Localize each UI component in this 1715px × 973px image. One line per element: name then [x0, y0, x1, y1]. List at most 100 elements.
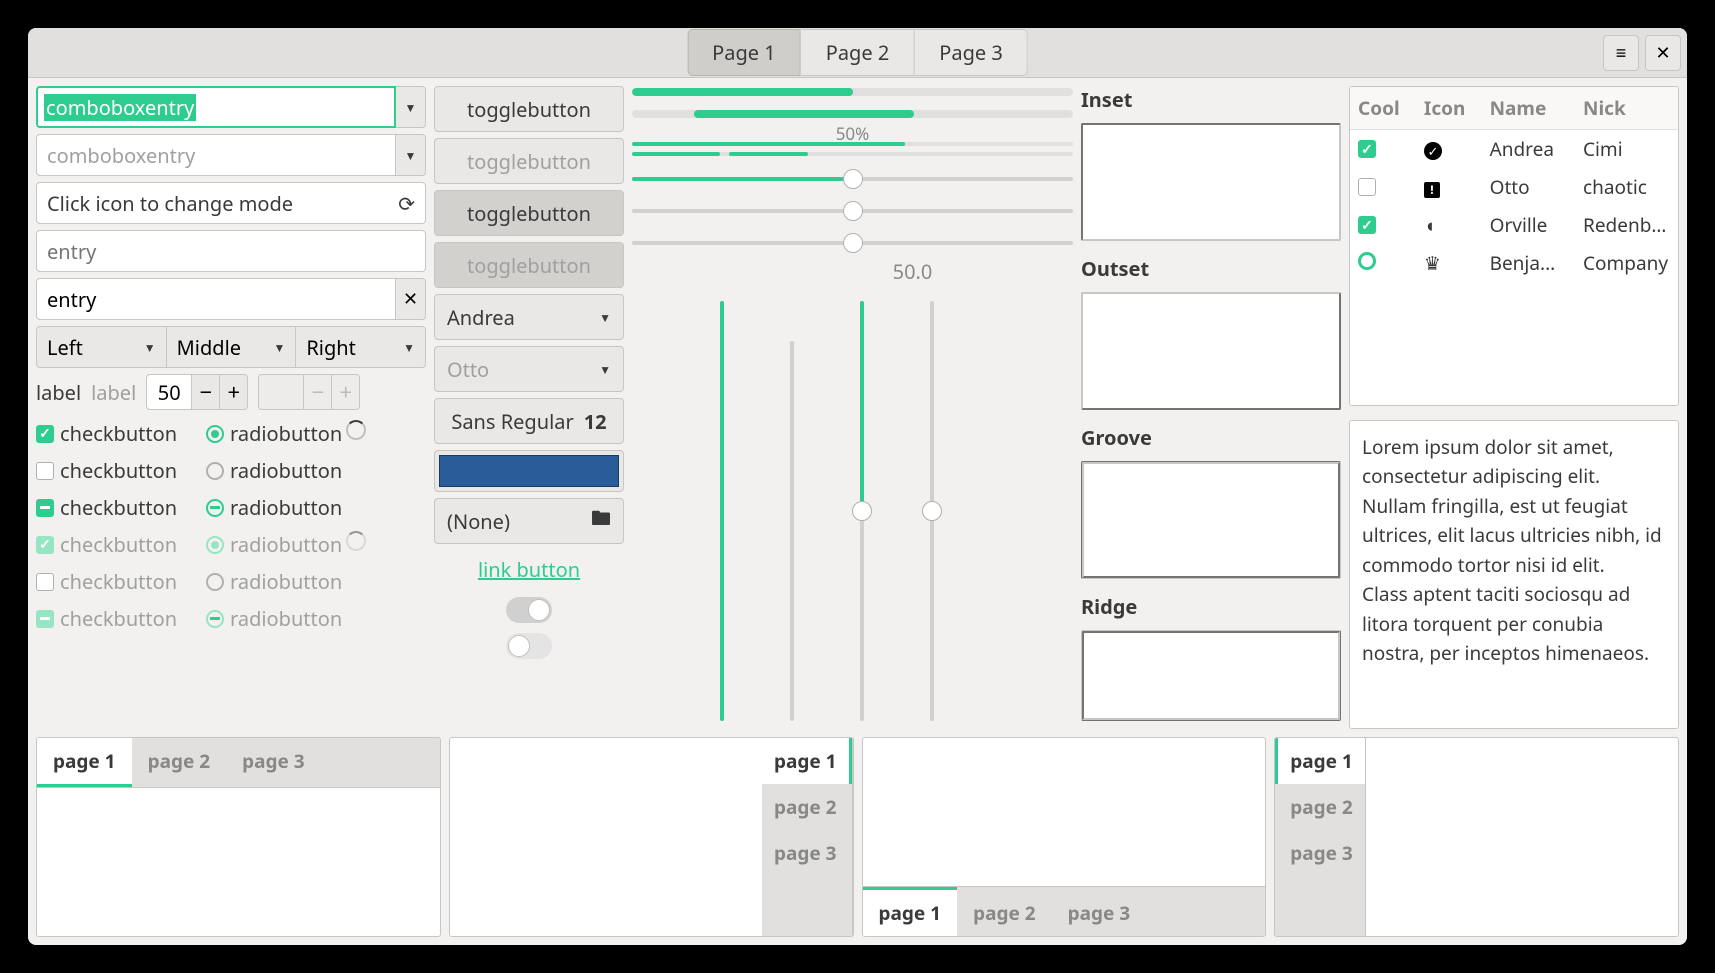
comboboxentry-disabled[interactable] [36, 134, 396, 176]
notebook-tab[interactable]: page 2 [762, 784, 852, 830]
radiobutton-on[interactable]: radiobutton [206, 420, 346, 447]
combobox-andrea[interactable]: Andrea▼ [434, 294, 624, 340]
page-switcher: Page 1 Page 2 Page 3 [687, 29, 1028, 76]
column-name[interactable]: Name [1482, 87, 1575, 130]
table-row[interactable]: ! Ottochaotic [1350, 168, 1678, 206]
checkbutton-disabled-mixed: checkbutton [36, 605, 206, 632]
link-button[interactable]: link button [434, 550, 624, 589]
row-icon: ♛ [1416, 244, 1482, 282]
table-row[interactable]: ✓ ✓ AndreaCimi [1350, 130, 1678, 169]
main-content: comboboxentry ▼ ▼ Click icon to change m… [28, 78, 1687, 729]
notebooks-row: page 1 page 2 page 3 page 1 page 2 page … [28, 729, 1687, 945]
scale-horizontal-3[interactable] [632, 232, 1073, 252]
label-disabled: label [91, 379, 136, 406]
togglebutton-1[interactable]: togglebutton [434, 86, 624, 132]
notebook-tab[interactable]: page 2 [132, 738, 227, 787]
scale-horizontal-2[interactable] [632, 200, 1073, 220]
chevron-down-icon: ▼ [144, 339, 156, 356]
check-icon[interactable]: ✓ [1358, 216, 1376, 234]
entry-clear-button[interactable]: ✕ [396, 278, 426, 320]
notebook-tab[interactable]: page 3 [762, 830, 852, 876]
hamburger-menu-button[interactable]: ≡ [1603, 35, 1639, 71]
radiobutton-disabled-on: radiobutton [206, 531, 346, 558]
notebook-tab[interactable]: page 1 [863, 887, 958, 936]
checkbutton-on[interactable]: ✓checkbutton [36, 420, 206, 447]
notebook-tabs-right: page 1 page 2 page 3 [449, 737, 854, 937]
frame-inset [1081, 123, 1341, 241]
progressbar-3 [632, 142, 1073, 146]
scale-vertical-4[interactable] [922, 301, 942, 721]
spin-plus-disabled: + [332, 374, 360, 410]
comboboxentry-focused[interactable]: comboboxentry [36, 86, 396, 128]
column-nick[interactable]: Nick [1575, 87, 1678, 130]
textview[interactable]: Lorem ipsum dolor sit amet, consectetur … [1349, 420, 1679, 729]
notebook-tab[interactable]: page 1 [37, 738, 132, 787]
chevron-down-icon: ▼ [599, 309, 611, 326]
entries-column: comboboxentry ▼ ▼ Click icon to change m… [36, 86, 426, 729]
checkbutton-disabled-off: checkbutton [36, 568, 206, 595]
notebook-tab[interactable]: page 3 [1052, 887, 1147, 936]
buttons-column: togglebutton togglebutton togglebutton t… [434, 86, 624, 729]
frame-label-outset: Outset [1081, 255, 1341, 282]
progressbar-4 [632, 152, 1073, 156]
scales-column: 50% 50.0 [632, 86, 1073, 729]
folder-icon: 🖿 [591, 504, 611, 538]
scale-value-label: 50.0 [752, 258, 1073, 285]
notebook-tab[interactable]: page 2 [957, 887, 1052, 936]
notebook-tab[interactable]: page 3 [1275, 830, 1365, 876]
tab-page-1[interactable]: Page 1 [687, 29, 801, 76]
checkbutton-mixed[interactable]: checkbutton [36, 494, 206, 521]
spin-plus[interactable]: + [220, 374, 248, 410]
spinner-icon [346, 420, 366, 440]
entry-placeholder[interactable] [36, 230, 426, 272]
refresh-icon[interactable]: ⟳ [398, 190, 415, 217]
color-button[interactable] [434, 450, 624, 492]
entry-value[interactable] [36, 278, 396, 320]
treeview[interactable]: Cool Icon Name Nick ✓ ✓ AndreaCimi [1349, 86, 1679, 406]
scale-vertical-2[interactable] [782, 341, 802, 721]
combo-right[interactable]: Right▼ [296, 326, 426, 368]
chevron-down-icon: ▼ [599, 361, 611, 378]
table-row[interactable]: ✓ ◖ OrvilleRedenba... [1350, 206, 1678, 244]
chevron-down-icon: ▼ [273, 339, 285, 356]
mode-entry[interactable]: Click icon to change mode ⟳ [36, 182, 426, 224]
file-chooser-button[interactable]: (None)🖿 [434, 498, 624, 544]
notebook-tabs-bottom: page 1 page 2 page 3 [862, 737, 1267, 937]
check-icon[interactable] [1358, 178, 1376, 196]
combo-middle[interactable]: Middle▼ [167, 326, 297, 368]
linked-combo: Left▼ Middle▼ Right▼ [36, 326, 426, 368]
frame-label-groove: Groove [1081, 424, 1341, 451]
togglebutton-3-active[interactable]: togglebutton [434, 190, 624, 236]
close-icon: ✕ [1655, 41, 1670, 65]
checkbutton-disabled-on: ✓checkbutton [36, 531, 206, 558]
spinbutton: − + [146, 374, 248, 410]
radiobutton-mixed[interactable]: radiobutton [206, 494, 346, 521]
comboboxentry-dropdown[interactable]: ▼ [396, 86, 426, 128]
spin-minus[interactable]: − [192, 374, 220, 410]
radiobutton-disabled-off: radiobutton [206, 568, 346, 595]
check-ring-icon[interactable] [1358, 252, 1376, 270]
tab-page-3[interactable]: Page 3 [914, 29, 1028, 76]
notebook-tab[interactable]: page 1 [762, 738, 852, 784]
tab-page-2[interactable]: Page 2 [801, 29, 915, 76]
frame-label-inset: Inset [1081, 86, 1341, 113]
combo-left[interactable]: Left▼ [36, 326, 167, 368]
notebook-tab[interactable]: page 3 [226, 738, 321, 787]
spin-value[interactable] [146, 374, 192, 410]
notebook-tab[interactable]: page 1 [1275, 738, 1365, 784]
scale-horizontal-1[interactable] [632, 168, 1073, 188]
switch-on[interactable] [506, 597, 552, 623]
column-icon[interactable]: Icon [1416, 87, 1482, 130]
scale-vertical-3[interactable] [852, 301, 872, 721]
notebook-tab[interactable]: page 2 [1275, 784, 1365, 830]
radiobutton-off[interactable]: radiobutton [206, 457, 346, 484]
check-icon[interactable]: ✓ [1358, 140, 1376, 158]
font-button[interactable]: Sans Regular12 [434, 398, 624, 444]
table-row[interactable]: ♛ Benja...Company [1350, 244, 1678, 282]
frame-ridge [1081, 630, 1341, 721]
column-cool[interactable]: Cool [1350, 87, 1416, 130]
scale-vertical-1[interactable] [712, 301, 732, 721]
comboboxentry-disabled-dropdown[interactable]: ▼ [396, 134, 426, 176]
close-button[interactable]: ✕ [1645, 35, 1681, 71]
checkbutton-off[interactable]: checkbutton [36, 457, 206, 484]
